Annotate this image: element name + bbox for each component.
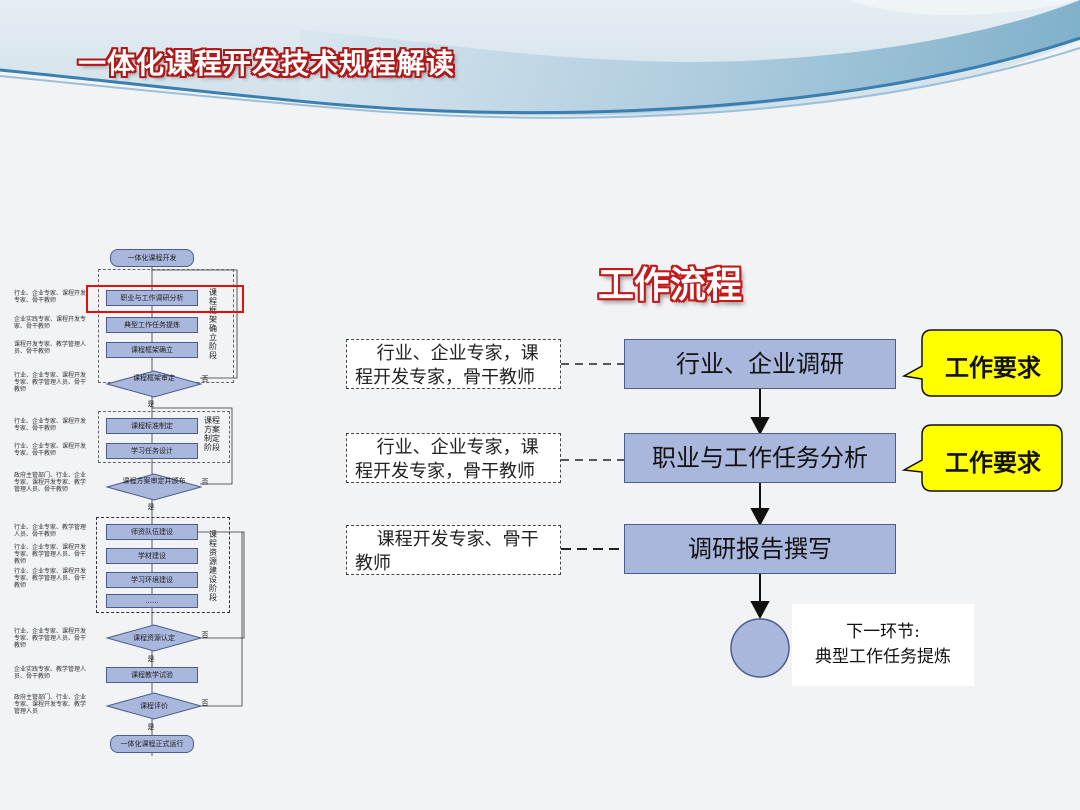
step-report-writing: 调研报告撰写 (624, 524, 896, 574)
step-industry-research: 行业、企业调研 (624, 339, 896, 389)
next-step-circle (730, 618, 790, 678)
next-step-label: 下一环节: (846, 622, 920, 642)
participants-2: 行业、企业专家，课程开发专家，骨干教师 (346, 433, 561, 483)
participants-3: 课程开发专家、骨干教师 (346, 525, 561, 575)
flow-connectors (561, 329, 1063, 678)
next-step-box: 下一环节: 典型工作任务提炼 (792, 604, 974, 686)
next-step-name: 典型工作任务提炼 (815, 647, 951, 667)
work-requirement-callout-2[interactable]: 工作要求 (926, 443, 1060, 478)
participants-1: 行业、企业专家，课程开发专家，骨干教师 (346, 339, 561, 389)
step-task-analysis: 职业与工作任务分析 (624, 433, 896, 483)
work-requirement-callout-1[interactable]: 工作要求 (926, 348, 1060, 383)
